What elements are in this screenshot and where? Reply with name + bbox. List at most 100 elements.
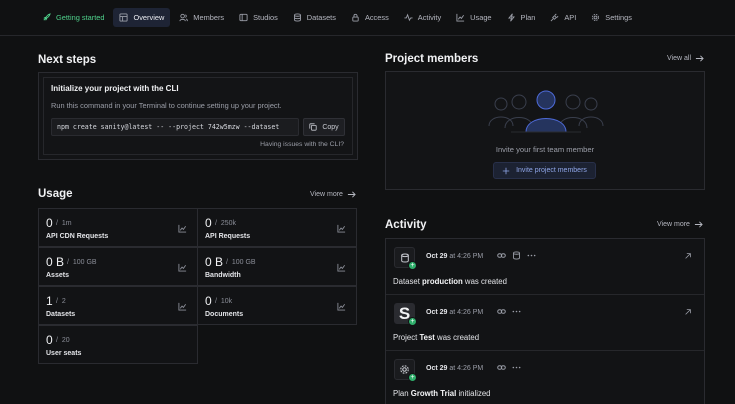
cli-command[interactable]: npm create sanity@latest -- --project 74… bbox=[51, 118, 299, 136]
tab-overview[interactable]: Overview bbox=[113, 8, 171, 27]
usage-limit: / 20 bbox=[56, 337, 70, 344]
invite-button-label: Invite project members bbox=[516, 167, 587, 174]
tab-studios[interactable]: Studios bbox=[233, 8, 284, 27]
created-badge-icon: + bbox=[408, 261, 417, 270]
activity-item: + Oct 29 at 4:26 PM Dataset production w… bbox=[386, 239, 704, 295]
cli-card-inner: Initialize your project with the CLI Run… bbox=[43, 77, 353, 155]
tab-label: Plan bbox=[520, 13, 536, 22]
usage-card-datasets: 1 / 2 Datasets bbox=[38, 286, 198, 325]
view-more-label: View more bbox=[310, 191, 343, 198]
tab-label: Members bbox=[193, 13, 225, 22]
view-all-label: View all bbox=[667, 55, 691, 62]
cli-title: Initialize your project with the CLI bbox=[51, 84, 179, 93]
invite-text: Invite your first team member bbox=[495, 145, 595, 154]
arrow-right-icon bbox=[694, 221, 703, 228]
usage-label: User seats bbox=[46, 350, 82, 357]
studio-icon bbox=[239, 13, 248, 22]
open-external-icon[interactable] bbox=[684, 252, 692, 260]
usage-view-more-link[interactable]: View more bbox=[310, 190, 356, 199]
usage-label: API CDN Requests bbox=[46, 233, 109, 240]
usage-card-bandwidth: 0 B / 100 GB Bandwidth bbox=[197, 247, 357, 286]
rocket-icon bbox=[43, 13, 51, 21]
tab-api[interactable]: API bbox=[544, 8, 582, 27]
chart-icon[interactable] bbox=[337, 224, 346, 233]
tab-activity[interactable]: Activity bbox=[398, 8, 447, 27]
plug-icon bbox=[550, 13, 559, 22]
open-external-icon[interactable] bbox=[684, 308, 692, 316]
cli-description: Run this command in your Terminal to con… bbox=[51, 101, 282, 110]
tab-access[interactable]: Access bbox=[345, 8, 395, 27]
usage-value: 0 B bbox=[46, 255, 65, 269]
usage-label: Bandwidth bbox=[205, 272, 241, 279]
usage-limit: / 10k bbox=[215, 298, 233, 305]
usage-label: Documents bbox=[205, 311, 244, 318]
top-nav: Getting started Overview Members Studios… bbox=[0, 0, 735, 36]
database-icon bbox=[293, 13, 301, 22]
activity-date: Oct 29 at 4:26 PM bbox=[426, 253, 484, 260]
tab-datasets[interactable]: Datasets bbox=[287, 8, 342, 27]
chart-icon[interactable] bbox=[337, 263, 346, 272]
usage-limit: / 250k bbox=[215, 220, 237, 227]
project-members-title: Project members bbox=[385, 53, 479, 65]
view-more-label: View more bbox=[657, 221, 690, 228]
tab-label: API bbox=[564, 13, 577, 22]
tab-label: Usage bbox=[470, 13, 492, 22]
tab-label: Datasets bbox=[306, 13, 336, 22]
cli-help-link[interactable]: Having issues with the CLI? bbox=[260, 141, 344, 148]
usage-value: 0 bbox=[46, 333, 53, 347]
more-icon[interactable] bbox=[527, 251, 536, 260]
arrow-right-icon bbox=[695, 55, 704, 62]
lock-icon bbox=[352, 13, 359, 22]
usage-limit: / 100 GB bbox=[67, 259, 97, 266]
usage-grid: 0 / 1m API CDN Requests 0 / 250k API Req… bbox=[38, 208, 358, 365]
tab-getting-started[interactable]: Getting started bbox=[36, 8, 110, 27]
usage-label: Datasets bbox=[46, 311, 76, 318]
dashboard-icon bbox=[119, 13, 129, 22]
usage-limit: / 1m bbox=[56, 220, 72, 227]
link-icon[interactable] bbox=[497, 251, 506, 260]
copy-icon bbox=[309, 123, 317, 131]
activity-view-more-link[interactable]: View more bbox=[657, 220, 703, 229]
more-icon[interactable] bbox=[512, 363, 521, 372]
tab-label: Activity bbox=[417, 13, 442, 22]
tab-usage[interactable]: Usage bbox=[450, 8, 497, 27]
tab-plan[interactable]: Plan bbox=[501, 8, 542, 27]
usage-card-assets: 0 B / 100 GB Assets bbox=[38, 247, 198, 286]
usage-card-user-seats: 0 / 20 User seats bbox=[38, 325, 198, 364]
activity-item: + Oct 29 at 4:26 PM Plan Growth Trial in… bbox=[386, 351, 704, 404]
created-badge-icon: + bbox=[408, 373, 417, 382]
link-icon[interactable] bbox=[497, 363, 506, 372]
usage-value: 1 bbox=[46, 294, 53, 308]
tab-settings[interactable]: Settings bbox=[585, 8, 638, 27]
tab-label: Getting started bbox=[56, 13, 105, 22]
usage-value: 0 bbox=[46, 216, 53, 230]
activity-item: S + Oct 29 at 4:26 PM Project Test was c… bbox=[386, 295, 704, 351]
gear-icon bbox=[592, 13, 600, 22]
activity-icon bbox=[404, 13, 413, 22]
usage-label: Assets bbox=[46, 272, 69, 279]
chart-icon[interactable] bbox=[337, 302, 346, 311]
members-view-all-link[interactable]: View all bbox=[667, 54, 704, 63]
chart-icon bbox=[456, 13, 465, 22]
tab-label: Settings bbox=[605, 13, 632, 22]
activity-text: Project Test was created bbox=[393, 333, 480, 342]
usage-value: 0 bbox=[205, 294, 212, 308]
users-icon bbox=[179, 13, 189, 22]
usage-title: Usage bbox=[38, 188, 73, 200]
link-icon[interactable] bbox=[497, 307, 506, 316]
usage-card-api-cdn-requests: 0 / 1m API CDN Requests bbox=[38, 208, 198, 247]
activity-text: Dataset production was created bbox=[393, 277, 507, 286]
tab-label: Access bbox=[364, 13, 389, 22]
chart-icon[interactable] bbox=[178, 224, 187, 233]
invite-members-button[interactable]: Invite project members bbox=[493, 162, 596, 179]
usage-card-documents: 0 / 10k Documents bbox=[197, 286, 357, 325]
tab-members[interactable]: Members bbox=[173, 8, 230, 27]
chart-icon[interactable] bbox=[178, 263, 187, 272]
chart-icon[interactable] bbox=[178, 302, 187, 311]
database-icon bbox=[400, 253, 409, 262]
usage-value: 0 B bbox=[205, 255, 224, 269]
activity-list: + Oct 29 at 4:26 PM Dataset production w… bbox=[385, 238, 705, 404]
more-icon[interactable] bbox=[512, 307, 521, 316]
members-card: Invite your first team member Invite pro… bbox=[385, 71, 705, 190]
copy-button[interactable]: Copy bbox=[303, 118, 345, 136]
